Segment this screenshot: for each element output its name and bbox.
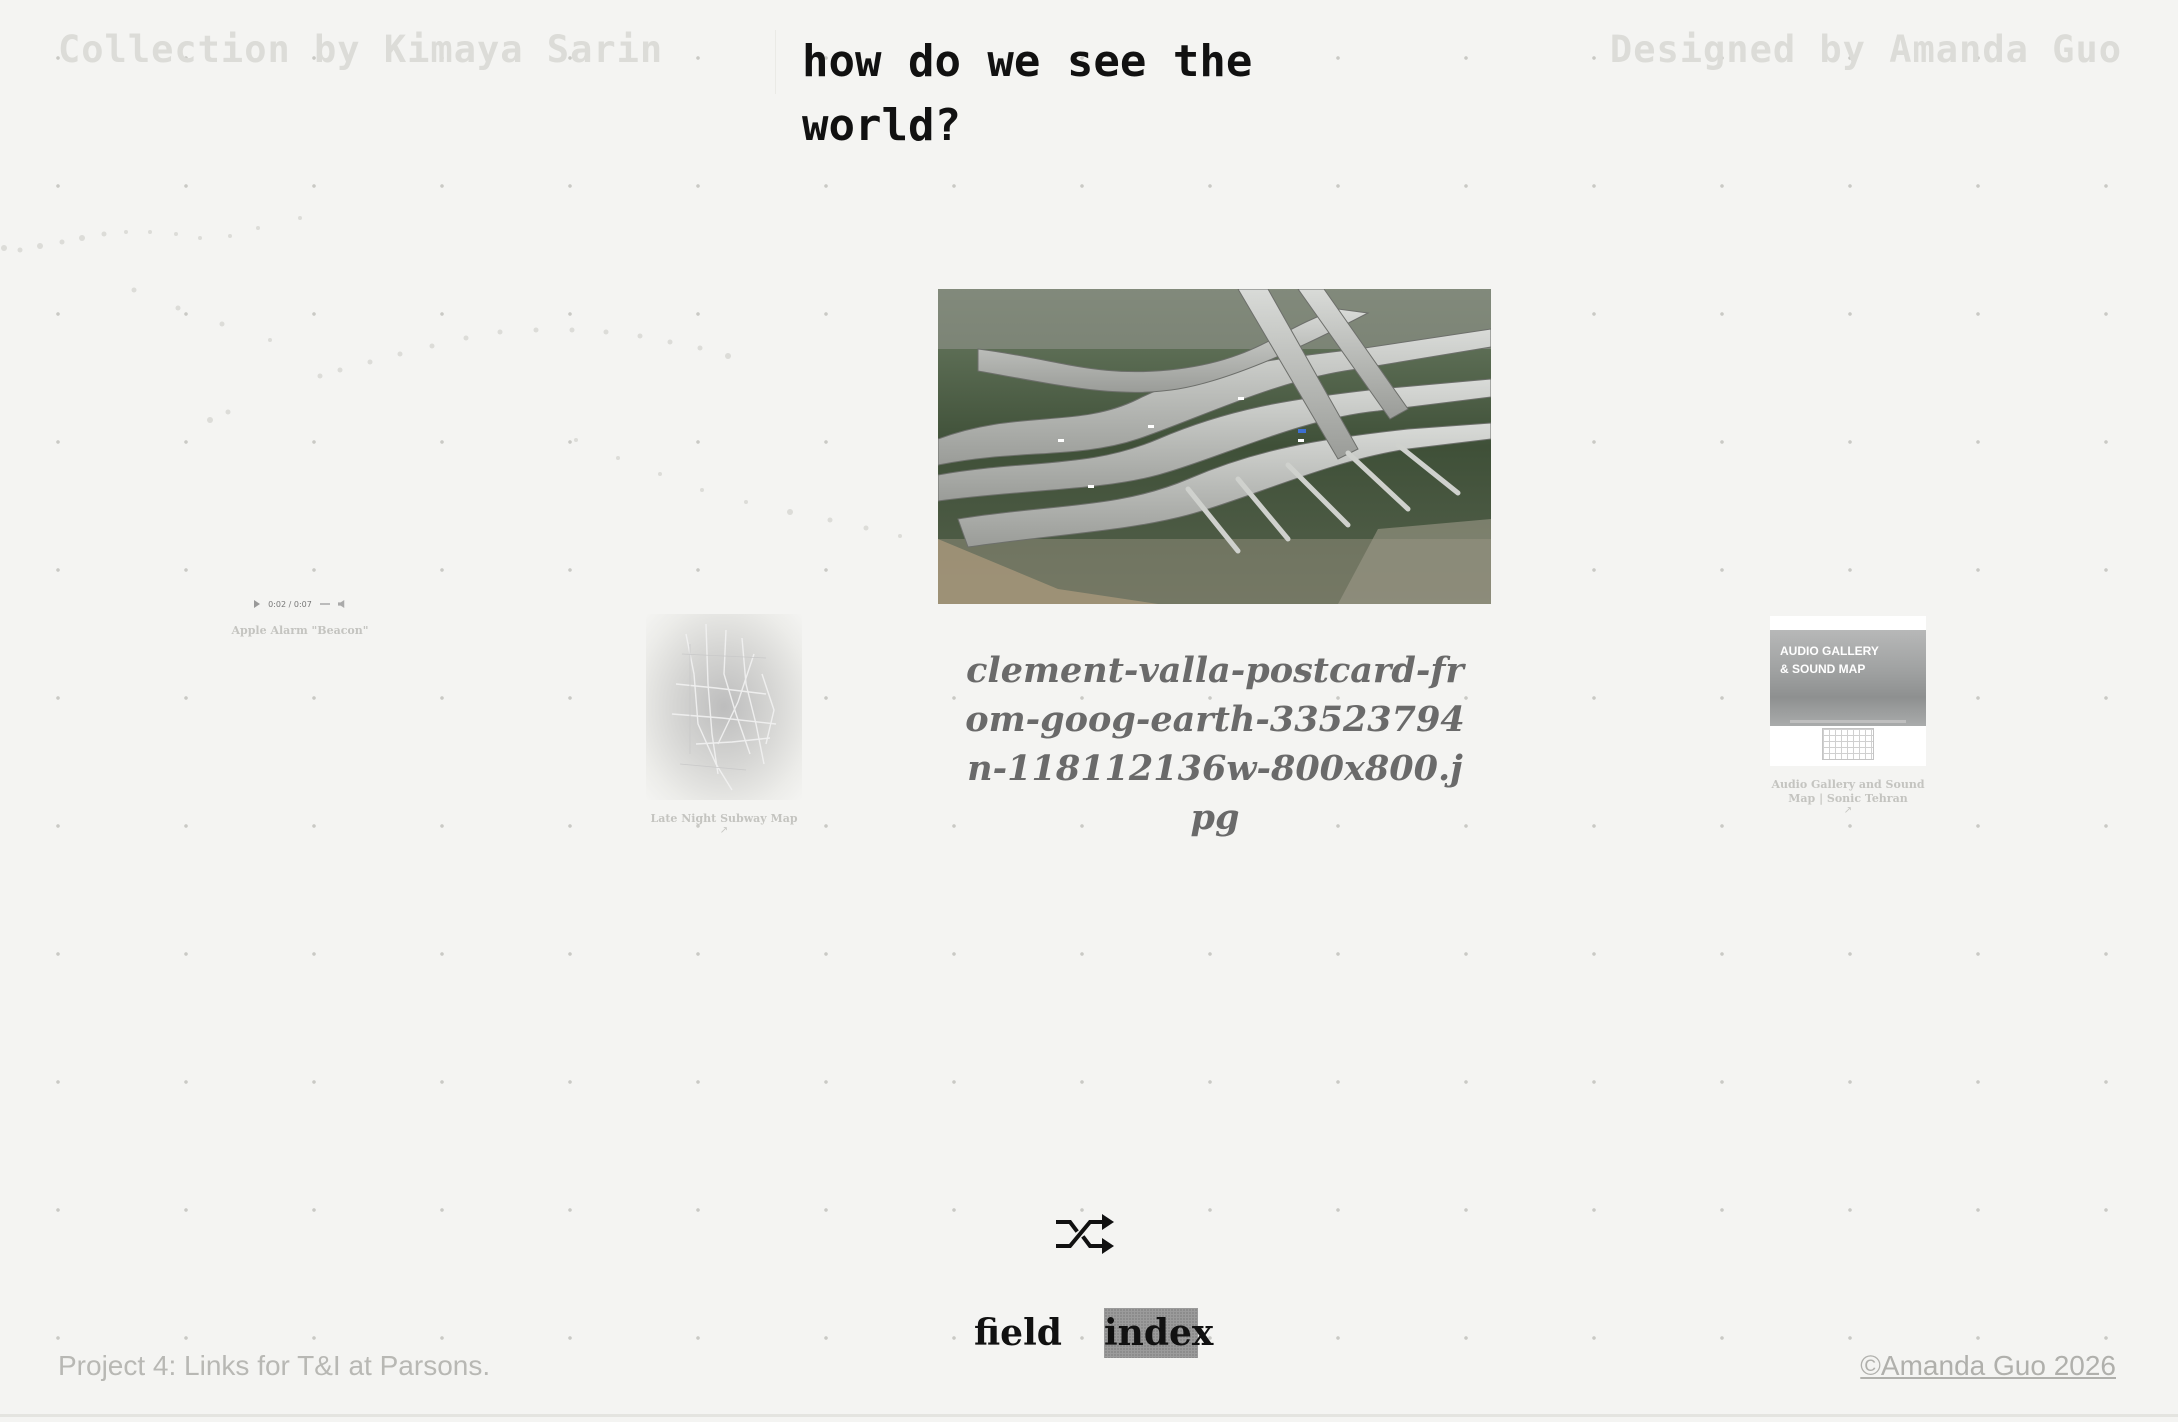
copyright-link[interactable]: ©Amanda Guo 2026 <box>1860 1350 2116 1382</box>
external-link-icon[interactable]: ↗ <box>646 826 802 836</box>
play-icon[interactable] <box>254 600 261 608</box>
featured-image[interactable] <box>938 289 1491 604</box>
bottom-divider <box>0 1414 2178 1417</box>
sound-map-item[interactable]: AUDIO GALLERY & SOUND MAP Audio Gallery … <box>1770 616 1926 816</box>
project-note: Project 4: Links for T&I at Parsons. <box>58 1350 491 1381</box>
banner-title-line-2: & SOUND MAP <box>1780 662 1866 676</box>
canvas: Collection by Kimaya Sarin how do we see… <box>0 0 2178 1422</box>
volume-icon[interactable] <box>337 600 345 608</box>
sound-map-thumbnail[interactable]: AUDIO GALLERY & SOUND MAP <box>1770 616 1926 766</box>
thumbnail-grid <box>1822 728 1874 760</box>
sound-map-banner-title: AUDIO GALLERY & SOUND MAP <box>1780 642 1879 678</box>
audio-item[interactable]: 0:02 / 0:07 Apple Alarm "Beacon" <box>230 596 370 638</box>
thumbnail-text-line <box>1790 720 1906 723</box>
audio-player[interactable]: 0:02 / 0:07 <box>230 596 370 612</box>
shuffle-icon[interactable] <box>1056 1212 1116 1256</box>
subway-caption[interactable]: Late Night Subway Map <box>646 812 802 826</box>
field-view-button[interactable]: field <box>974 1308 1062 1358</box>
subway-map-thumbnail[interactable] <box>646 614 802 800</box>
featured-caption[interactable]: clement-valla-postcard-from-goog-earth-3… <box>960 646 1470 842</box>
banner-title-line-1: AUDIO GALLERY <box>1780 644 1879 658</box>
audio-caption[interactable]: Apple Alarm "Beacon" <box>230 624 370 638</box>
cursor-trail <box>1 216 902 538</box>
audio-progress[interactable] <box>319 603 330 605</box>
featured-item[interactable] <box>938 289 1491 604</box>
index-view-button[interactable]: index <box>1104 1308 1213 1358</box>
audio-time: 0:02 / 0:07 <box>268 599 312 609</box>
subway-map-item[interactable]: Late Night Subway Map ↗ <box>646 614 802 836</box>
page-title: how do we see the world? <box>775 30 1395 151</box>
designer-credit: Designed by Amanda Guo <box>1609 28 2122 71</box>
curator-credit: Collection by Kimaya Sarin <box>58 28 664 71</box>
external-link-icon[interactable]: ↗ <box>1770 806 1926 816</box>
shuffle-button[interactable] <box>1056 1212 1116 1256</box>
sound-map-caption[interactable]: Audio Gallery and Sound Map | Sonic Tehr… <box>1770 778 1926 806</box>
